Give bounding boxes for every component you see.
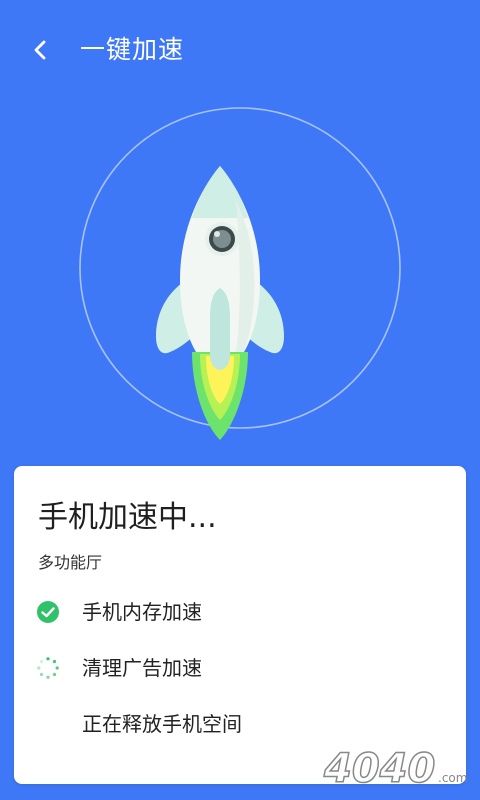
- chevron-left-icon: [34, 40, 46, 60]
- task-label: 正在释放手机空间: [82, 712, 242, 736]
- back-button[interactable]: [20, 30, 60, 70]
- task-label: 清理广告加速: [82, 656, 202, 680]
- page-title: 一键加速: [80, 35, 185, 64]
- status-title: 手机加速中...: [38, 500, 217, 535]
- status-card: 手机加速中... 多功能厅 手机内存加速 清理广告加速 正在释放手机空间: [14, 466, 466, 784]
- task-item: 正在释放手机空间: [14, 706, 466, 742]
- task-label: 手机内存加速: [82, 600, 202, 624]
- app-header: 一键加速: [0, 0, 480, 100]
- svg-text:.com: .com: [438, 771, 467, 785]
- check-circle-icon: [37, 601, 59, 623]
- task-item: 清理广告加速: [14, 650, 466, 686]
- speed-up-screen: 一键加速 手机加速中... 多功能厅 手机内存加速 清理广告加速 正在释放手机空…: [0, 0, 480, 800]
- task-item: 手机内存加速: [14, 594, 466, 630]
- svg-text:4040: 4040: [323, 746, 435, 792]
- spinner-icon: [37, 657, 59, 679]
- status-subtitle: 多功能厅: [38, 553, 103, 572]
- rocket-center-fin: [210, 288, 230, 370]
- rocket-illustration: [79, 107, 401, 440]
- rocket-animation: [0, 100, 480, 450]
- watermark-logo: 4040 .com: [322, 745, 467, 792]
